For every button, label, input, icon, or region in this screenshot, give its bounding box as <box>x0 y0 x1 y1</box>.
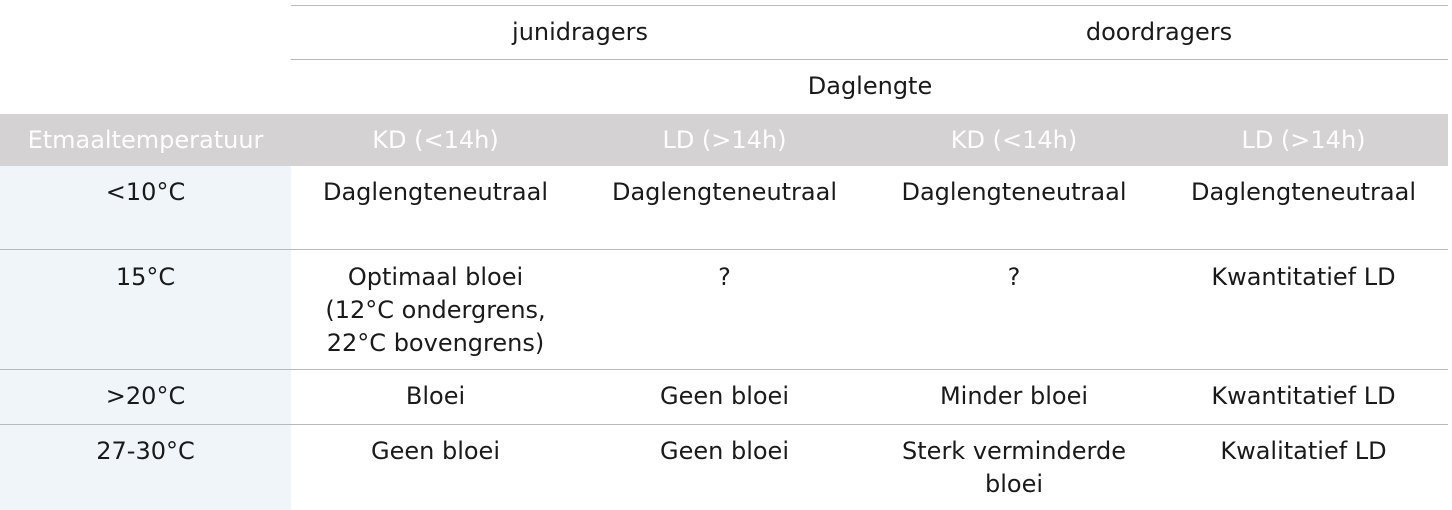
table-cell-temp: <10°C <box>105 178 186 206</box>
table-cell: 22°C bovengrens) <box>326 329 545 357</box>
column-header-door-ld: LD (>14h) <box>1241 126 1366 154</box>
table-cell: Geen bloei <box>660 382 789 410</box>
table-cell: Kwantitatief LD <box>1211 263 1396 291</box>
column-header-row: Etmaaltemperatuur KD (<14h) LD (>14h) KD… <box>0 114 1448 166</box>
top-rule <box>291 5 1448 6</box>
column-header-juni-kd: KD (<14h) <box>372 126 499 154</box>
table-cell: Kwantitatief LD <box>1211 382 1396 410</box>
table-cell: Daglengteneutraal <box>901 178 1127 206</box>
column-header-juni-ld: LD (>14h) <box>662 126 787 154</box>
table-cell: Geen bloei <box>371 437 500 465</box>
table-cell-temp: 27-30°C <box>96 437 195 465</box>
group-header-rule <box>291 59 1448 60</box>
table-cell: bloei <box>984 470 1044 498</box>
row-divider <box>0 249 1448 250</box>
flowering-table: junidragers doordragers Daglengte Etmaal… <box>0 0 1448 510</box>
column-header-door-kd: KD (<14h) <box>950 126 1078 154</box>
column-header-temperature: Etmaaltemperatuur <box>27 126 264 154</box>
table-cell: Daglengteneutraal <box>322 178 549 206</box>
table-cell: Daglengteneutraal <box>1190 178 1417 206</box>
row-divider <box>0 369 1448 370</box>
table-cell: Geen bloei <box>660 437 789 465</box>
span-header-daglengte: Daglengte <box>807 72 933 100</box>
table-cell: ? <box>1007 263 1021 291</box>
row-divider <box>0 424 1448 425</box>
table-cell: Minder bloei <box>939 382 1089 410</box>
group-header-doordragers: doordragers <box>1085 18 1233 46</box>
table-cell-temp: >20°C <box>105 382 186 410</box>
table-cell-temp: 15°C <box>115 263 176 291</box>
table-cell: (12°C ondergrens, <box>325 296 546 324</box>
table-cell: Daglengteneutraal <box>611 178 838 206</box>
table-cell: Sterk verminderde <box>902 437 1126 465</box>
table-cell: Bloei <box>405 382 466 410</box>
group-header-junidragers: junidragers <box>512 18 648 46</box>
table-cell: Kwalitatief LD <box>1220 437 1387 465</box>
table-cell: Optimaal bloei <box>347 263 524 291</box>
table-cell: ? <box>718 263 731 291</box>
